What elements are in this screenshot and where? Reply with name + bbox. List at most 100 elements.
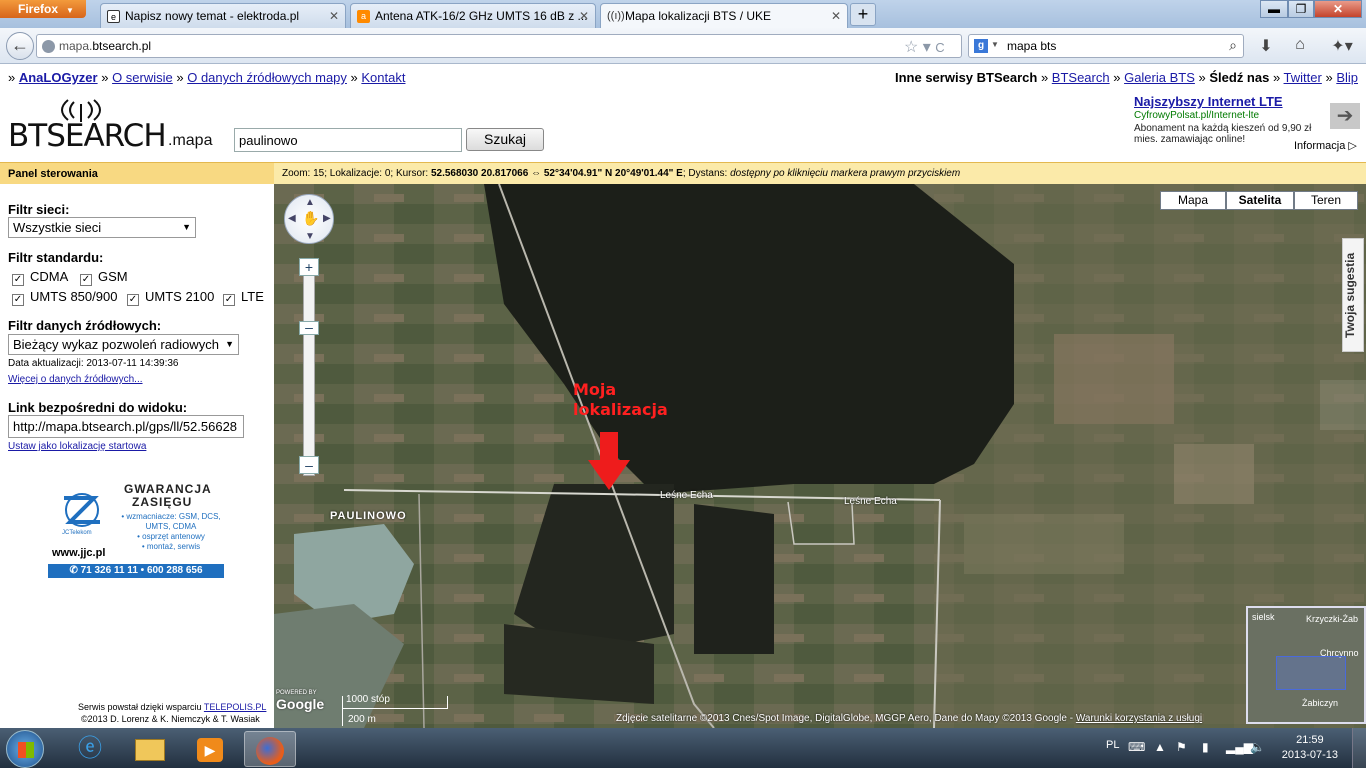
close-tab-icon[interactable]: ✕: [831, 9, 841, 23]
taskbar-ie[interactable]: ⓔ: [64, 731, 116, 767]
map-type-terrain-button[interactable]: Teren: [1294, 191, 1358, 210]
maximize-button[interactable]: ❐: [1288, 0, 1314, 18]
tab-title: Napisz nowy temat - elektroda.pl: [125, 9, 300, 23]
map-overlay-panel: [1320, 380, 1366, 430]
overview-viewport[interactable]: [1276, 656, 1346, 690]
ad-info-link[interactable]: Informacja ▷: [1294, 139, 1357, 152]
source-filter-select[interactable]: Bieżący wykaz pozwoleń radiowych ▼: [8, 334, 239, 355]
map-canvas[interactable]: PAULINOWO Leśne Echa Leśne Echa: [274, 184, 1366, 728]
pan-up-icon[interactable]: ▲: [305, 197, 315, 208]
arrow-right-icon[interactable]: ➔: [1330, 103, 1360, 129]
tab-allegro[interactable]: a Antena ATK-16/2 GHz UMTS 16 dB z ... ✕: [350, 3, 596, 28]
search-button[interactable]: Szukaj: [466, 128, 544, 151]
red-arrow-down-icon: [588, 432, 630, 490]
back-button[interactable]: ←: [6, 32, 34, 60]
show-hidden-icons-icon[interactable]: ▲: [1154, 740, 1166, 754]
system-clock[interactable]: 21:59 2013-07-13: [1282, 733, 1338, 763]
tab-bts-map[interactable]: ((ı)) Mapa lokalizacji BTS / UKE ✕: [600, 3, 848, 28]
pan-left-icon[interactable]: ◀: [288, 213, 296, 224]
link-blip[interactable]: Blip: [1336, 70, 1358, 85]
firefox-menu-button[interactable]: Firefox ▼: [0, 0, 86, 18]
taskbar-media-player[interactable]: ▶: [184, 731, 236, 767]
feedback-tab[interactable]: Twoja sugestia: [1342, 238, 1364, 352]
home-icon[interactable]: ⌂: [1288, 36, 1312, 56]
close-tab-icon[interactable]: ✕: [579, 9, 589, 23]
zoom-out-button[interactable]: –: [299, 456, 319, 474]
search-input[interactable]: g ▼ mapa bts ⌕: [968, 34, 1244, 58]
close-tab-icon[interactable]: ✕: [329, 9, 339, 23]
scale-meters: 200 m: [348, 714, 376, 725]
elektroda-icon: e: [107, 10, 120, 23]
downloads-icon[interactable]: ⬇: [1254, 36, 1278, 56]
firefox-icon: [256, 737, 284, 765]
checkbox-umts-2100[interactable]: ✓ UMTS 2100: [127, 289, 214, 306]
taskbar-explorer[interactable]: [124, 731, 176, 767]
action-center-flag-icon[interactable]: ⚑: [1176, 740, 1187, 754]
google-engine-icon[interactable]: g: [974, 39, 988, 53]
scale-tick: [447, 696, 448, 708]
set-start-location-link[interactable]: Ustaw jako lokalizację startowa: [8, 441, 146, 452]
promo-title-1: GWARANCJA: [124, 482, 212, 496]
search-icon[interactable]: ⌕: [1229, 37, 1237, 54]
control-panel: Filtr sieci: Wszystkie sieci ▼ Filtr stan…: [0, 184, 274, 728]
nav-link-data-source[interactable]: O danych źródłowych mapy: [187, 70, 347, 85]
nav-link-about[interactable]: O serwisie: [112, 70, 173, 85]
chevron-down-icon: ▼: [223, 339, 234, 349]
annotation-line-2: lokalizacja: [573, 400, 668, 419]
bookmarks-menu-icon[interactable]: ✦▾: [1324, 36, 1360, 56]
checkbox-cdma[interactable]: ✓ CDMA: [12, 269, 68, 286]
scale-tick: [342, 696, 343, 726]
chevron-down-icon[interactable]: ▼: [991, 40, 999, 49]
pan-down-icon[interactable]: ▼: [305, 231, 315, 242]
nav-link-contact[interactable]: Kontakt: [361, 70, 405, 85]
terms-link[interactable]: Warunki korzystania z usługi: [1076, 713, 1202, 724]
location-search-input[interactable]: paulinowo: [234, 128, 462, 152]
address-bar[interactable]: mapa.btsearch.pl: [36, 34, 962, 58]
minimize-button[interactable]: ▬: [1260, 0, 1288, 18]
checkbox-umts-850-900[interactable]: ✓ UMTS 850/900: [12, 289, 117, 306]
link-gallery[interactable]: Galeria BTS: [1124, 70, 1195, 85]
bookmark-star-icon[interactable]: ☆ ▾ C: [904, 37, 945, 57]
close-window-button[interactable]: ✕: [1314, 0, 1362, 18]
checkbox-gsm[interactable]: ✓ GSM: [80, 269, 128, 286]
panel-header: Panel sterowania: [0, 162, 274, 184]
network-filter-select[interactable]: Wszystkie sieci ▼: [8, 217, 196, 238]
site-identity-icon[interactable]: [42, 40, 55, 53]
link-btsearch[interactable]: BTSearch: [1052, 70, 1110, 85]
checkbox-lte[interactable]: ✓ LTE: [223, 289, 264, 306]
nav-link-analogyzer[interactable]: AnaLOGyzer: [19, 70, 98, 85]
zoom-slider-track[interactable]: [303, 258, 315, 476]
direct-link-input[interactable]: http://mapa.btsearch.pl/gps/ll/52.56628: [8, 415, 244, 438]
zoom-slider-handle[interactable]: –: [299, 320, 319, 335]
map-type-map-button[interactable]: Mapa: [1160, 191, 1226, 210]
promo-item: • wzmacniacze: GSM, DCS,: [121, 512, 221, 521]
status-text: Zoom: 15; Lokalizacje: 0; Kursor:: [282, 168, 431, 179]
media-player-icon: ▶: [197, 738, 223, 762]
link-twitter[interactable]: Twitter: [1284, 70, 1322, 85]
network-icon[interactable]: ▂▄▆: [1226, 740, 1253, 754]
jjc-promo-banner[interactable]: JCTelekom GWARANCJA ZASIĘGU • wzmacniacz…: [48, 480, 228, 584]
battery-icon[interactable]: ▮: [1202, 740, 1209, 754]
more-source-link[interactable]: Więcej o danych źródłowych...: [8, 374, 143, 385]
taskbar-firefox[interactable]: [244, 731, 296, 767]
tab-title: Antena ATK-16/2 GHz UMTS 16 dB z ...: [375, 9, 588, 23]
source-filter-label: Filtr danych źródłowych:: [8, 318, 162, 333]
start-button[interactable]: [6, 730, 44, 768]
show-desktop-button[interactable]: [1352, 728, 1366, 768]
tab-elektroda[interactable]: e Napisz nowy temat - elektroda.pl ✕: [100, 3, 346, 28]
footer-text: Serwis powstał dzięki wsparciu: [78, 702, 202, 712]
zoom-in-button[interactable]: +: [299, 258, 319, 276]
volume-icon[interactable]: 🔈: [1250, 740, 1265, 754]
google-logo[interactable]: POWERED BY Google: [276, 690, 324, 712]
new-tab-button[interactable]: +: [850, 3, 876, 26]
btsearch-logo[interactable]: BTSEARCH .mapa: [8, 99, 218, 154]
pan-control[interactable]: ▲ ▼ ◀ ▶ ✋: [284, 194, 334, 244]
keyboard-icon[interactable]: ⌨: [1128, 740, 1145, 754]
site-nav-right: Inne serwisy BTSearch » BTSearch » Galer…: [894, 70, 1358, 85]
overview-map[interactable]: sielsk Krzyczki-Żab Chrcynno Żabiczyn: [1246, 606, 1366, 724]
telepolis-link[interactable]: TELEPOLIS.PL: [204, 702, 267, 712]
pan-right-icon[interactable]: ▶: [323, 213, 331, 224]
annotation-line-1: Moja: [573, 380, 617, 399]
language-indicator[interactable]: PL: [1106, 739, 1119, 751]
map-type-satellite-button[interactable]: Satelita: [1226, 191, 1294, 210]
